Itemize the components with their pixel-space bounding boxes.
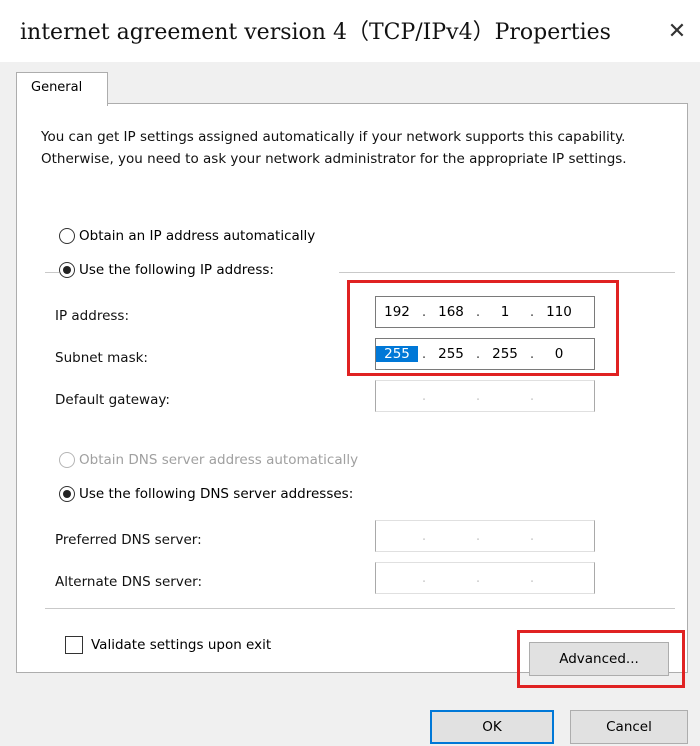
- alternate-dns-label: Alternate DNS server:: [55, 574, 203, 590]
- radio-label: Obtain DNS server address automatically: [79, 452, 359, 468]
- preferred-dns-input[interactable]: . . .: [375, 520, 595, 552]
- radio-checked-icon: [59, 262, 75, 278]
- radio-label: Obtain an IP address automatically: [79, 228, 316, 244]
- checkbox-icon: [65, 636, 83, 654]
- radio-obtain-dns-auto[interactable]: Obtain DNS server address automatically: [59, 452, 358, 468]
- cancel-button[interactable]: Cancel: [570, 710, 688, 744]
- radio-use-following-ip[interactable]: Use the following IP address:: [59, 262, 274, 278]
- ip-octet: 168: [438, 304, 464, 320]
- radio-use-following-dns[interactable]: Use the following DNS server addresses:: [59, 486, 353, 502]
- intro-text: You can get IP settings assigned automat…: [41, 129, 627, 167]
- checkbox-label: Validate settings upon exit: [91, 637, 272, 653]
- validate-settings-checkbox[interactable]: Validate settings upon exit: [65, 636, 271, 654]
- tab-strip: General: [0, 62, 700, 106]
- ip-address-input[interactable]: 192. 168. 1. 110: [375, 296, 595, 328]
- window-title: internet agreement version 4（TCP/IPv4）Pr…: [20, 20, 611, 45]
- subnet-mask-input[interactable]: 255. 255. 255. 0: [375, 338, 595, 370]
- subnet-mask-label: Subnet mask:: [55, 350, 148, 366]
- radio-icon: [59, 228, 75, 244]
- tab-general[interactable]: General: [16, 72, 108, 106]
- subnet-octet: 255: [438, 346, 464, 362]
- subnet-octet: 0: [554, 346, 564, 362]
- radio-label: Use the following DNS server addresses:: [79, 486, 354, 502]
- ip-octet: 192: [384, 304, 410, 320]
- group-divider: [45, 272, 59, 273]
- group-divider: [339, 272, 675, 273]
- radio-obtain-ip-auto[interactable]: Obtain an IP address automatically: [59, 228, 315, 244]
- subnet-octet-selected: 255: [376, 346, 418, 362]
- preferred-dns-label: Preferred DNS server:: [55, 532, 202, 548]
- radio-label: Use the following IP address:: [79, 262, 274, 278]
- title-bar: internet agreement version 4（TCP/IPv4）Pr…: [0, 0, 700, 62]
- default-gateway-label: Default gateway:: [55, 392, 170, 408]
- section-divider: [45, 608, 675, 609]
- radio-icon: [59, 452, 75, 468]
- ok-button[interactable]: OK: [430, 710, 554, 744]
- close-icon[interactable]: ✕: [660, 14, 694, 48]
- ip-octet: 1: [500, 304, 510, 320]
- ip-address-label: IP address:: [55, 308, 129, 324]
- ip-octet: 110: [546, 304, 572, 320]
- subnet-octet: 255: [492, 346, 518, 362]
- radio-checked-icon: [59, 486, 75, 502]
- advanced-button[interactable]: Advanced...: [529, 642, 669, 676]
- general-panel: You can get IP settings assigned automat…: [16, 103, 688, 688]
- alternate-dns-input[interactable]: . . .: [375, 562, 595, 594]
- default-gateway-input[interactable]: . . .: [375, 380, 595, 412]
